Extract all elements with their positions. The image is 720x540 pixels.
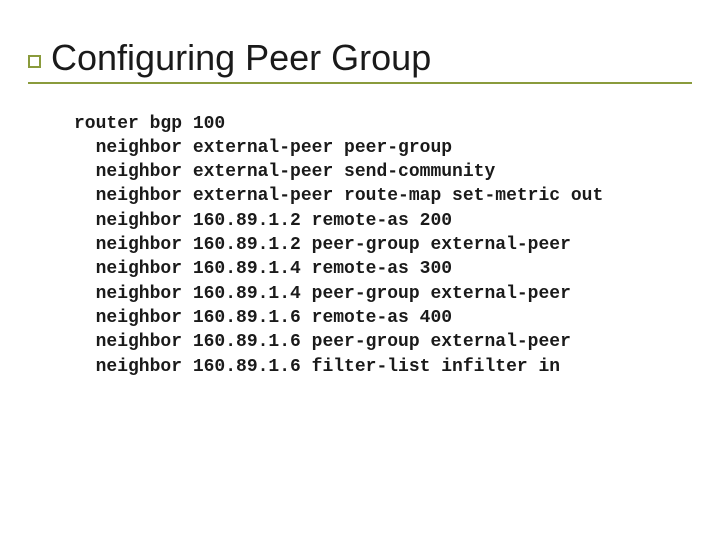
title-bullet-icon: [28, 55, 41, 68]
config-code-block: router bgp 100 neighbor external-peer pe…: [28, 112, 692, 379]
slide: Configuring Peer Group router bgp 100 ne…: [0, 0, 720, 540]
title-row: Configuring Peer Group: [28, 38, 692, 84]
slide-title: Configuring Peer Group: [51, 38, 431, 78]
